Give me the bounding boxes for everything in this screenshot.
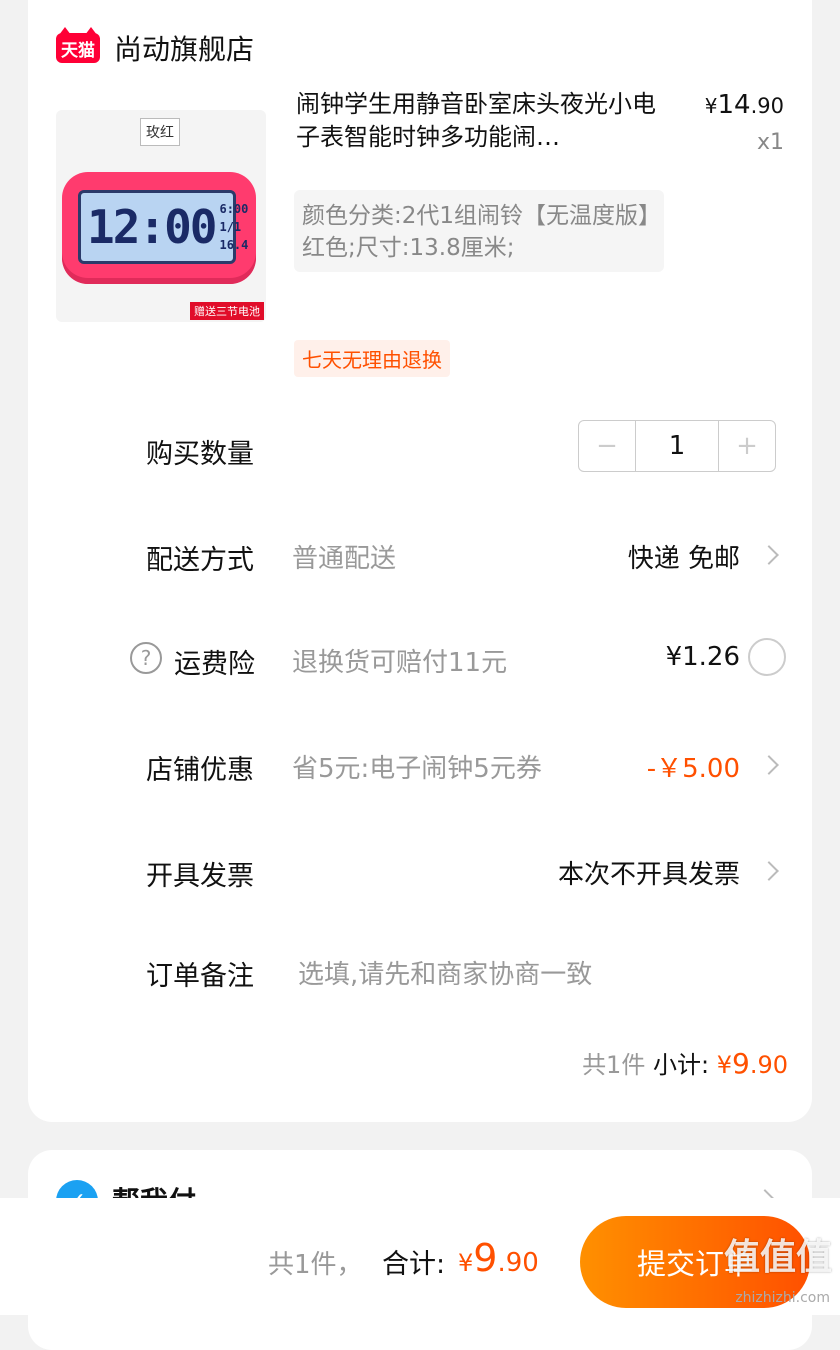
bottom-bar: 共1件， 合计: ¥9.90 提交订单 — [0, 1198, 840, 1315]
product-image[interactable]: 玫红 12:00 6:00 1/1 16.4 赠送三节电池 — [56, 110, 266, 322]
note-label: 订单备注 — [146, 961, 254, 992]
quantity-row: 购买数量 − 1 + — [28, 420, 812, 480]
total-label: 合计: — [382, 1249, 446, 1280]
invoice-value: 本次不开具发票 — [557, 860, 740, 890]
shop-header[interactable]: 天猫 尚动旗舰店 — [56, 27, 254, 68]
discount-label: 店铺优惠 — [146, 755, 254, 786]
clock-side-line: 1/1 — [219, 220, 242, 234]
subtotal-amount: ¥9.90 — [716, 1047, 788, 1080]
subtotal: 共1件 小计: ¥9.90 — [582, 1045, 788, 1080]
subtotal-decimal: .90 — [749, 1051, 788, 1079]
note-input[interactable]: 选填,请先和商家协商一致 — [298, 954, 592, 991]
bottom-count: 共1件， — [268, 1250, 363, 1280]
quantity-label: 购买数量 — [146, 439, 254, 470]
delivery-label: 配送方式 — [146, 545, 254, 576]
discount-row[interactable]: 店铺优惠 省5元:电子闹钟5元券 -￥5.00 — [28, 736, 812, 796]
price-currency: ¥ — [704, 94, 718, 118]
clock-time: 12:00 — [87, 200, 217, 254]
clock-side-line: 6:00 — [219, 202, 249, 216]
total-decimal: .90 — [497, 1248, 539, 1278]
decrement-button[interactable]: − — [579, 421, 635, 471]
clock-side-line: 16.4 — [219, 238, 249, 252]
subtotal-count: 共1件 — [582, 1051, 646, 1079]
insurance-desc: 退换货可赔付11元 — [292, 648, 508, 678]
delivery-row[interactable]: 配送方式 普通配送 快递 免邮 — [28, 526, 812, 586]
subtotal-integer: 9 — [732, 1047, 750, 1080]
delivery-option: 快递 免邮 — [627, 544, 740, 574]
total-currency: ¥ — [458, 1249, 474, 1277]
invoice-label: 开具发票 — [146, 861, 254, 892]
increment-button[interactable]: + — [719, 421, 775, 471]
clock-illustration: 12:00 6:00 1/1 16.4 — [62, 172, 256, 284]
sku-box[interactable]: 颜色分类:2代1组闹铃【无温度版】红色;尺寸:13.8厘米; — [294, 190, 664, 272]
watermark-url: zhizhizhi.com — [735, 1290, 830, 1306]
help-icon[interactable]: ? — [130, 642, 162, 674]
shop-name[interactable]: 尚动旗舰店 — [114, 28, 254, 68]
clock-side-readout: 6:00 1/1 16.4 — [219, 200, 248, 254]
invoice-row[interactable]: 开具发票 本次不开具发票 — [28, 842, 812, 902]
insurance-price: ¥1.26 — [665, 642, 740, 672]
subtotal-currency: ¥ — [716, 1051, 732, 1079]
clock-screen: 12:00 6:00 1/1 16.4 — [78, 190, 248, 264]
product-title[interactable]: 闹钟学生用静音卧室床头夜光小电子表智能时钟多功能闹… — [296, 88, 666, 154]
price-integer: 14 — [717, 90, 751, 120]
delivery-method: 普通配送 — [292, 544, 397, 574]
insurance-toggle[interactable] — [748, 638, 786, 676]
return-policy-tag: 七天无理由退换 — [294, 340, 450, 377]
image-color-tag: 玫红 — [140, 118, 180, 146]
price-decimal: .90 — [750, 94, 784, 118]
chevron-right-icon — [759, 861, 779, 881]
discount-desc: 省5元:电子闹钟5元券 — [292, 754, 542, 784]
quantity-value[interactable]: 1 — [635, 421, 719, 471]
insurance-row: ? 运费险 退换货可赔付11元 ¥1.26 — [28, 630, 812, 690]
total-integer: 9 — [473, 1236, 498, 1280]
quantity-stepper: − 1 + — [578, 420, 776, 472]
total-amount: ¥9.90 — [458, 1236, 539, 1280]
product-price: ¥14.90 — [705, 90, 784, 120]
subtotal-label: 小计: — [652, 1051, 710, 1079]
chevron-right-icon — [759, 545, 779, 565]
tmall-logo: 天猫 — [56, 27, 100, 63]
product-quantity: x1 — [756, 130, 784, 155]
order-card: 天猫 尚动旗舰店 玫红 12:00 6:00 1/1 16.4 赠送三节电池 闹… — [28, 0, 812, 1122]
watermark: 值值值 — [723, 1237, 832, 1278]
insurance-label: 运费险 — [174, 649, 255, 680]
chevron-right-icon — [759, 755, 779, 775]
note-row: 订单备注 选填,请先和商家协商一致 — [28, 942, 812, 1002]
discount-amount: -￥5.00 — [646, 754, 740, 784]
image-banner: 赠送三节电池 — [190, 302, 264, 320]
